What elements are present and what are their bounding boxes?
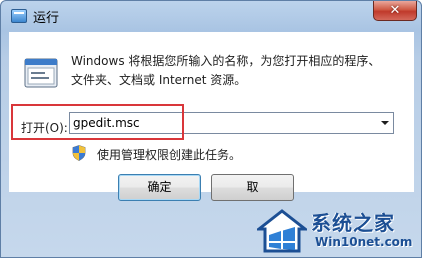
watermark-url: Win10net.com [315,235,413,249]
house-logo-icon [257,209,307,253]
ok-button[interactable]: 确定 [118,174,201,201]
cancel-button[interactable]: 取 [211,174,294,201]
chevron-down-icon[interactable] [381,121,389,125]
close-icon: ✕ [389,3,401,18]
close-button[interactable]: ✕ [373,1,417,21]
run-dialog-icon [11,9,27,23]
highlight-box [11,104,184,140]
instruction-line-1: Windows 将根据您所输入的名称，为您打开相应的程序、 [71,54,381,68]
run-program-icon [24,58,58,88]
instruction-text: Windows 将根据您所输入的名称，为您打开相应的程序、 文件夹、文档或 In… [71,52,401,90]
window-title: 运行 [33,11,60,26]
dialog-content: Windows 将根据您所输入的名称，为您打开相应的程序、 文件夹、文档或 In… [9,32,414,192]
title-bar[interactable]: 运行 ✕ [1,1,421,31]
watermark: 系统之家 Win10net.com [253,201,422,259]
watermark-title: 系统之家 [311,211,395,235]
run-dialog: 运行 ✕ Windows 将根据您所输入的名称，为您打开相应的程序、 文件夹、文… [0,0,422,258]
instruction-line-2: 文件夹、文档或 Internet 资源。 [71,73,247,87]
uac-shield-icon [72,145,86,161]
admin-notice: 使用管理权限创建此任务。 [97,148,242,162]
